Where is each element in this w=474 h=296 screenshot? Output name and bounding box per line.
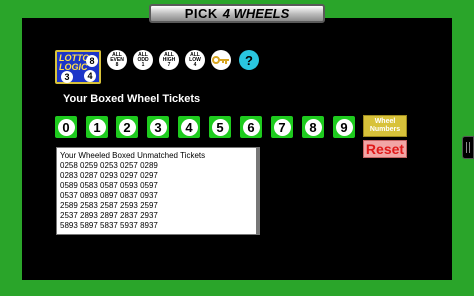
digit-button-0[interactable]: 0 bbox=[55, 116, 77, 138]
side-drawer-handle[interactable] bbox=[462, 136, 474, 159]
all-high-filter-button[interactable]: ALL HIGH 7 bbox=[159, 50, 179, 70]
key-icon bbox=[212, 56, 229, 64]
lotto-logic-logo[interactable]: LOTTO LOGIC 8 3 4 bbox=[55, 50, 101, 84]
digit-ball: 3 bbox=[149, 118, 167, 136]
title-wheels: 4 WHEELS bbox=[222, 6, 290, 21]
ticket-row: 2537 2893 2897 2837 2937 bbox=[60, 211, 158, 220]
ticket-row: 0258 0259 0253 0257 0289 bbox=[60, 161, 158, 170]
wheel-button-label: Wheel bbox=[374, 118, 396, 125]
tickets-scrollbar[interactable] bbox=[256, 148, 259, 234]
digit-ball: 4 bbox=[180, 118, 198, 136]
help-icon: ? bbox=[245, 52, 253, 68]
digit-button-7[interactable]: 7 bbox=[271, 116, 293, 138]
digit-button-8[interactable]: 8 bbox=[302, 116, 324, 138]
key-button[interactable] bbox=[211, 50, 231, 70]
digit-button-5[interactable]: 5 bbox=[209, 116, 231, 138]
reset-button[interactable]: Reset bbox=[363, 140, 407, 158]
digit-ball: 0 bbox=[57, 118, 75, 136]
digit-button-3[interactable]: 3 bbox=[147, 116, 169, 138]
filter-label: 7 bbox=[167, 61, 171, 68]
filter-label: 1 bbox=[141, 61, 145, 68]
digit-button-1[interactable]: 1 bbox=[86, 116, 108, 138]
tickets-text: Your Wheeled Boxed Unmatched Tickets 025… bbox=[60, 151, 205, 231]
help-button[interactable]: ? bbox=[239, 50, 259, 70]
handle-grip bbox=[466, 142, 467, 153]
digit-button-6[interactable]: 6 bbox=[240, 116, 262, 138]
ticket-row: 2589 2583 2587 2593 2597 bbox=[60, 201, 158, 210]
tickets-list[interactable]: Your Wheeled Boxed Unmatched Tickets 025… bbox=[56, 147, 260, 235]
digit-ball: 7 bbox=[273, 118, 291, 136]
ticket-row: 5893 5897 5837 5937 8937 bbox=[60, 221, 158, 230]
app-title-bar: PICK 4 WHEELS bbox=[149, 4, 325, 23]
tickets-header: Your Wheeled Boxed Unmatched Tickets bbox=[60, 151, 206, 160]
digit-ball: 6 bbox=[242, 118, 260, 136]
wheel-button-label: Numbers bbox=[369, 126, 401, 133]
digit-ball: 1 bbox=[88, 118, 106, 136]
logo-ball: 4 bbox=[84, 70, 96, 82]
section-heading: Your Boxed Wheel Tickets bbox=[63, 93, 201, 105]
ticket-row: 0589 0583 0587 0593 0597 bbox=[60, 181, 158, 190]
digit-ball: 2 bbox=[118, 118, 136, 136]
digit-button-2[interactable]: 2 bbox=[116, 116, 138, 138]
ticket-row: 0537 0893 0897 0837 0937 bbox=[60, 191, 158, 200]
logo-ball: 3 bbox=[61, 71, 73, 83]
logo-word-logic: LOGIC bbox=[59, 62, 88, 72]
digit-ball: 5 bbox=[211, 118, 229, 136]
ticket-row: 0283 0287 0293 0297 0297 bbox=[60, 171, 158, 180]
all-even-filter-button[interactable]: ALL EVEN 8 bbox=[107, 50, 127, 70]
digit-button-4[interactable]: 4 bbox=[178, 116, 200, 138]
all-odd-filter-button[interactable]: ALL ODD 1 bbox=[133, 50, 153, 70]
digit-ball: 8 bbox=[304, 118, 322, 136]
filter-label: 8 bbox=[115, 61, 119, 68]
logo-ball: 8 bbox=[86, 55, 98, 67]
filter-label: 4 bbox=[193, 61, 197, 68]
digit-ball: 9 bbox=[335, 118, 353, 136]
wheel-numbers-button[interactable]: Wheel Numbers bbox=[363, 115, 407, 137]
handle-grip bbox=[469, 142, 470, 153]
all-low-filter-button[interactable]: ALL LOW 4 bbox=[185, 50, 205, 70]
digit-button-9[interactable]: 9 bbox=[333, 116, 355, 138]
title-pick: PICK bbox=[184, 6, 218, 21]
